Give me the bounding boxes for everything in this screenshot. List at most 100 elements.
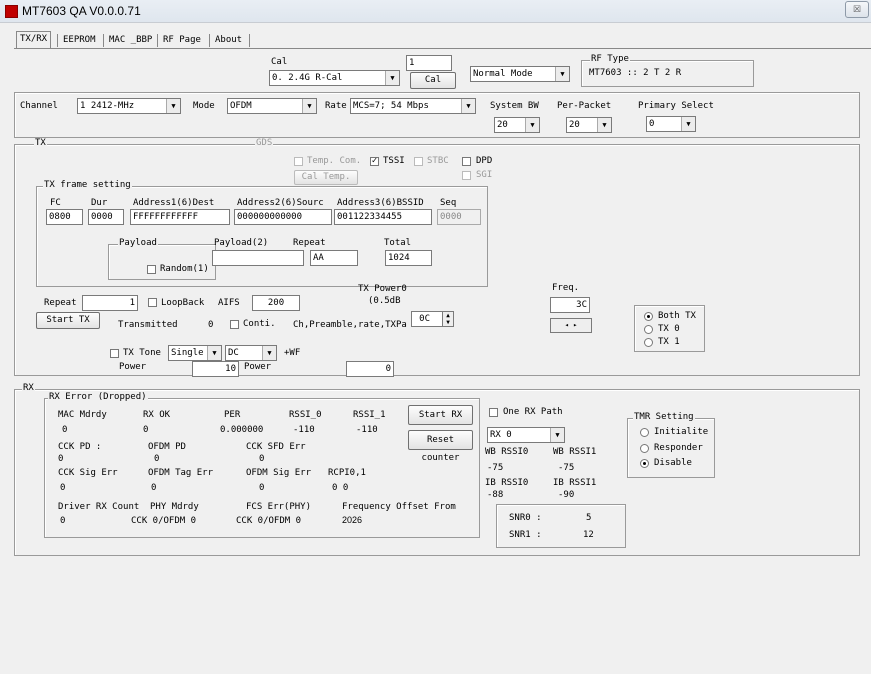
tx-power0-spinner[interactable]: ▲ ▼ [442, 311, 454, 327]
cal-temp-button[interactable]: Cal Temp. [294, 170, 358, 185]
aifs-label: AIFS [218, 298, 240, 308]
cck-sig-label: CCK Sig Err [58, 468, 118, 478]
tone-type-select[interactable]: Single ▼ [168, 345, 222, 361]
chevron-down-icon: ▼ [385, 71, 399, 85]
channel-select[interactable]: 1 2412-MHz ▼ [77, 98, 181, 114]
phy-mode-select[interactable]: OFDM ▼ [227, 98, 317, 114]
start-rx-button[interactable]: Start RX [408, 405, 473, 425]
power-input-1[interactable]: 10 [192, 361, 239, 377]
tx-tone-label: TX Tone [123, 348, 161, 358]
tx-tone-checkbox[interactable] [110, 349, 119, 358]
system-bw-select[interactable]: 20 ▼ [494, 117, 540, 133]
sgi-checkbox[interactable] [462, 171, 471, 180]
rx-path-select[interactable]: RX 0 ▼ [487, 427, 565, 443]
reset-counter-button[interactable]: Reset counter [408, 430, 473, 463]
tx0-label: TX 0 [658, 324, 680, 334]
random-label: Random(1) [160, 264, 209, 274]
rx-ok-label: RX OK [143, 410, 171, 420]
seq-input[interactable]: 0000 [437, 209, 481, 225]
payload-group [108, 244, 216, 280]
aifs-input[interactable]: 200 [252, 295, 300, 311]
window-title: MT7603 QA V0.0.0.71 [22, 4, 141, 18]
snr-group [496, 504, 626, 548]
repeat-value-input[interactable]: AA [310, 250, 358, 266]
tx1-radio[interactable] [644, 338, 653, 347]
address2-input[interactable]: 000000000000 [234, 209, 332, 225]
repeat-count-input[interactable]: 1 [82, 295, 138, 311]
stbc-checkbox[interactable] [414, 157, 423, 166]
ofdm-pd-label: OFDM PD [148, 442, 186, 452]
wb-rssi1-value: -75 [558, 463, 575, 473]
snr1-value: 12 [583, 530, 594, 540]
tab-about[interactable]: About [212, 33, 245, 48]
cal-label: Cal [271, 57, 288, 67]
mode-label: Mode [193, 101, 215, 111]
cck-pd-value: 0 [58, 454, 64, 464]
rssi0-label: RSSI_0 [289, 410, 322, 420]
fc-input[interactable]: 0800 [46, 209, 83, 225]
app-icon [5, 5, 18, 18]
conti-checkbox[interactable] [230, 320, 239, 329]
cck-sfd-label: CCK SFD Err [246, 442, 306, 452]
tab-mac-bbp[interactable]: MAC _BBP [106, 33, 155, 48]
tab-eeprom[interactable]: EEPROM [60, 33, 99, 48]
both-tx-radio[interactable] [644, 312, 653, 321]
freq-input[interactable]: 3C [550, 297, 590, 313]
loopback-checkbox[interactable] [148, 298, 157, 307]
tssi-checkbox[interactable]: ✓ [370, 157, 379, 166]
power-label-1: Power [119, 362, 147, 372]
tab-rf-page[interactable]: RF Page [160, 33, 204, 48]
address3-input[interactable]: 001122334455 [334, 209, 432, 225]
per-packet-label: Per-Packet [557, 101, 612, 111]
dpd-checkbox[interactable] [462, 157, 471, 166]
rf-type-label: RF Type [590, 54, 630, 64]
fc-label: FC [50, 198, 61, 208]
ch-preamble-info: Ch,Preamble,rate,TXPa [293, 320, 407, 330]
random-checkbox[interactable] [147, 265, 156, 274]
address1-input[interactable]: FFFFFFFFFFFF [130, 209, 230, 225]
both-tx-label: Both TX [658, 311, 696, 321]
rssi1-label: RSSI_1 [353, 410, 386, 420]
wb-rssi1-label: WB RSSI1 [553, 447, 597, 457]
power-input-2[interactable]: 0 [346, 361, 394, 377]
cal-select[interactable]: 0. 2.4G R-Cal ▼ [269, 70, 400, 86]
chevron-down-icon: ▼ [302, 99, 316, 113]
tone-dc-select[interactable]: DC ▼ [225, 345, 277, 361]
primary-select[interactable]: 0 ▼ [646, 116, 696, 132]
wf-label: +WF [284, 348, 301, 358]
freq-scroll-arrows[interactable]: ◂ ▸ [550, 318, 592, 333]
tmr-responder-radio[interactable] [640, 444, 649, 453]
temp-com-checkbox[interactable] [294, 157, 303, 166]
dur-input[interactable]: 0000 [88, 209, 124, 225]
one-rx-path-checkbox[interactable] [489, 408, 498, 417]
per-packet-select[interactable]: 20 ▼ [566, 117, 612, 133]
mac-mdrdy-label: MAC Mdrdy [58, 410, 107, 420]
rcpi-label: RCPI0,1 [328, 468, 366, 478]
ofdm-tag-label: OFDM Tag Err [148, 468, 214, 478]
cal-button[interactable]: Cal [410, 72, 456, 89]
conti-label: Conti. [243, 319, 276, 329]
channel-label: Channel [20, 101, 58, 111]
tab-sep [57, 34, 58, 47]
close-button[interactable]: ☒ [845, 1, 869, 18]
chevron-down-icon: ▼ [207, 346, 221, 360]
tx-power0-input[interactable]: 0C [411, 311, 444, 327]
driver-rx-count-value: 0 [60, 516, 66, 526]
ofdm-sig-label: OFDM Sig Err [246, 468, 312, 478]
tmr-disable-radio[interactable] [640, 459, 649, 468]
per-label: PER [224, 410, 241, 420]
cal-number-input[interactable]: 1 [406, 55, 452, 71]
mode-select[interactable]: Normal Mode ▼ [470, 66, 570, 82]
tx0-radio[interactable] [644, 325, 653, 334]
payload2-input[interactable] [212, 250, 304, 266]
tmr-initialite-radio[interactable] [640, 428, 649, 437]
tmr-responder-label: Responder [654, 443, 703, 453]
wb-rssi0-label: WB RSSI0 [485, 447, 529, 457]
chevron-down-icon: ▼ [681, 117, 695, 131]
total-input[interactable]: 1024 [385, 250, 432, 266]
start-tx-button[interactable]: Start TX [36, 312, 100, 329]
rate-select[interactable]: MCS=7; 54 Mbps ▼ [350, 98, 476, 114]
chevron-down-icon: ▼ [461, 99, 475, 113]
stbc-label: STBC [427, 156, 449, 166]
tab-txrx[interactable]: TX/RX [16, 31, 52, 49]
